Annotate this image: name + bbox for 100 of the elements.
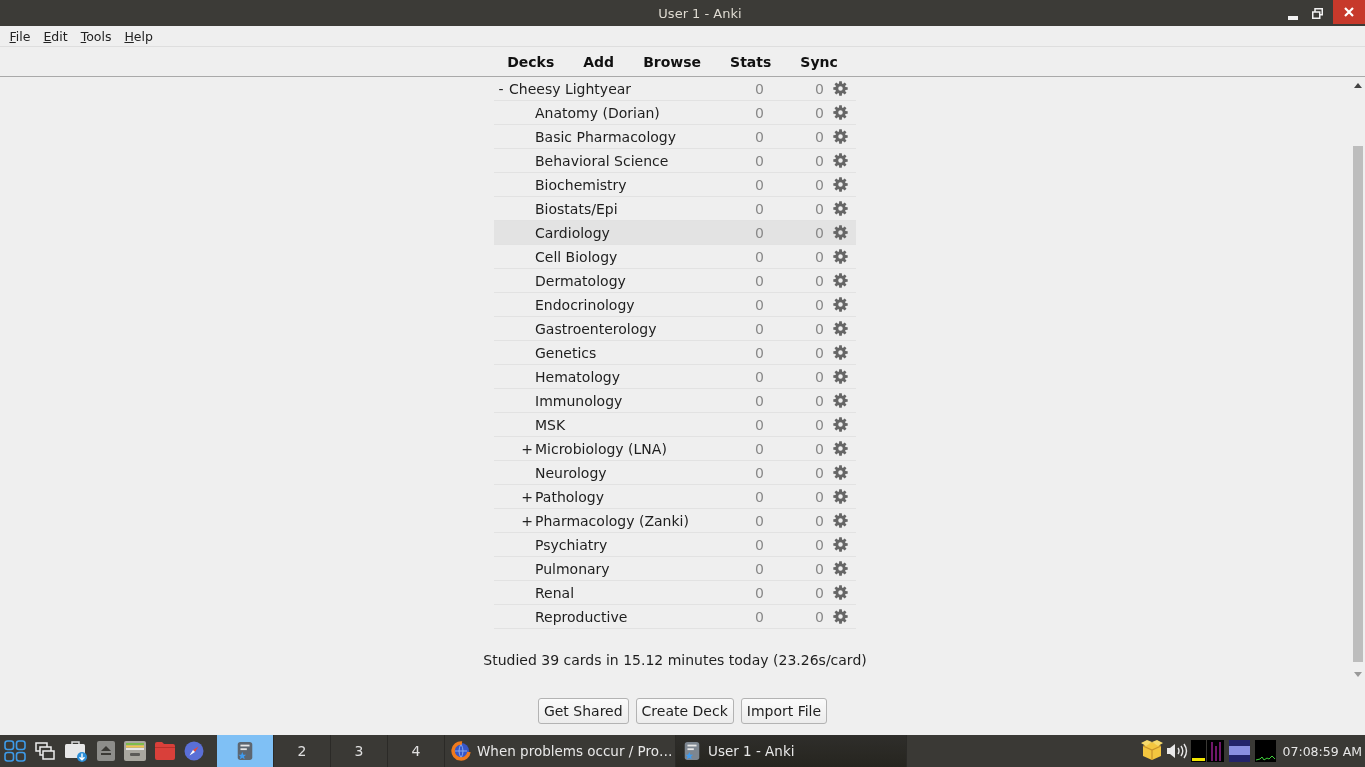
toolbar-link[interactable]: Sync bbox=[785, 53, 853, 70]
deck-row[interactable]: Renal 0 0 bbox=[494, 581, 856, 605]
workspace-button[interactable]: 3 bbox=[331, 735, 388, 767]
deck-name[interactable]: Reproductive bbox=[534, 608, 704, 625]
deck-name[interactable]: Hematology bbox=[534, 368, 704, 385]
deck-row[interactable]: Behavioral Science 0 0 bbox=[494, 149, 856, 173]
workspace-button[interactable]: 2 bbox=[274, 735, 331, 767]
deck-name[interactable]: Dermatology bbox=[534, 272, 704, 289]
deck-name[interactable]: Psychiatry bbox=[534, 536, 704, 553]
workspace-button[interactable]: 4 bbox=[388, 735, 445, 767]
gear-icon[interactable] bbox=[833, 393, 848, 408]
deck-row[interactable]: Cardiology 0 0 bbox=[494, 221, 856, 245]
gear-icon[interactable] bbox=[833, 249, 848, 264]
gear-icon[interactable] bbox=[833, 441, 848, 456]
gear-icon[interactable] bbox=[833, 81, 848, 96]
deck-row[interactable]: Genetics 0 0 bbox=[494, 341, 856, 365]
gear-icon[interactable] bbox=[833, 201, 848, 216]
taskbar-task[interactable]: User 1 - Anki bbox=[676, 735, 907, 767]
gear-icon[interactable] bbox=[833, 129, 848, 144]
expander-toggle[interactable]: - bbox=[498, 80, 504, 97]
deck-name[interactable]: Cheesy Lightyear bbox=[508, 80, 704, 97]
deck-row[interactable]: Basic Pharmacology 0 0 bbox=[494, 125, 856, 149]
menu-item[interactable]: File bbox=[3, 28, 37, 44]
deck-row[interactable]: Psychiatry 0 0 bbox=[494, 533, 856, 557]
deck-row[interactable]: - Cheesy Lightyear 0 0 bbox=[494, 77, 856, 101]
deck-name[interactable]: Biochemistry bbox=[534, 176, 704, 193]
close-button[interactable] bbox=[1333, 0, 1365, 24]
taskbar-task[interactable]: When problems occur / Pro… bbox=[445, 735, 676, 767]
deck-row[interactable]: +Pathology 0 0 bbox=[494, 485, 856, 509]
deck-name[interactable]: Behavioral Science bbox=[534, 152, 704, 169]
deck-name[interactable]: Basic Pharmacology bbox=[534, 128, 704, 145]
gear-icon[interactable] bbox=[833, 465, 848, 480]
toolbar-link[interactable]: Decks bbox=[492, 53, 569, 70]
folder-icon[interactable] bbox=[155, 741, 175, 761]
deck-row[interactable]: Biochemistry 0 0 bbox=[494, 173, 856, 197]
gear-icon[interactable] bbox=[833, 225, 848, 240]
deck-name[interactable]: Neurology bbox=[534, 464, 704, 481]
deck-name[interactable]: Pulmonary bbox=[534, 560, 704, 577]
deck-name[interactable]: Cell Biology bbox=[534, 248, 704, 265]
gear-icon[interactable] bbox=[833, 537, 848, 552]
deck-row[interactable]: +Pharmacology (Zanki) 0 0 bbox=[494, 509, 856, 533]
action-button[interactable]: Create Deck bbox=[635, 697, 734, 724]
gear-icon[interactable] bbox=[833, 561, 848, 576]
gear-icon[interactable] bbox=[833, 585, 848, 600]
menu-item[interactable]: Help bbox=[117, 28, 160, 44]
deck-name[interactable]: Anatomy (Dorian) bbox=[534, 104, 704, 121]
deck-row[interactable]: Pulmonary 0 0 bbox=[494, 557, 856, 581]
deck-row[interactable]: +Microbiology (LNA) 0 0 bbox=[494, 437, 856, 461]
drawer-icon[interactable] bbox=[124, 740, 146, 762]
grid-icon[interactable] bbox=[4, 740, 26, 762]
deck-name[interactable]: Genetics bbox=[534, 344, 704, 361]
expander-toggle[interactable]: + bbox=[521, 512, 533, 529]
up-arrow-icon[interactable] bbox=[1353, 83, 1362, 88]
gear-icon[interactable] bbox=[833, 489, 848, 504]
deck-name[interactable]: Renal bbox=[534, 584, 704, 601]
deck-name[interactable]: Pathology bbox=[534, 488, 704, 505]
workspace-button[interactable] bbox=[217, 735, 274, 767]
deck-row[interactable]: Reproductive 0 0 bbox=[494, 605, 856, 629]
deck-row[interactable]: Immunology 0 0 bbox=[494, 389, 856, 413]
deck-row[interactable]: Endocrinology 0 0 bbox=[494, 293, 856, 317]
deck-name[interactable]: Gastroenterology bbox=[534, 320, 704, 337]
gear-icon[interactable] bbox=[833, 105, 848, 120]
deck-name[interactable]: Cardiology bbox=[534, 224, 704, 241]
scrollbar-thumb[interactable] bbox=[1352, 146, 1363, 662]
deck-row[interactable]: Cell Biology 0 0 bbox=[494, 245, 856, 269]
gear-icon[interactable] bbox=[833, 273, 848, 288]
bar-graph-icon[interactable] bbox=[1190, 740, 1206, 762]
deck-name[interactable]: MSK bbox=[534, 416, 704, 433]
briefcase-icon[interactable] bbox=[64, 740, 88, 762]
deck-name[interactable]: Endocrinology bbox=[534, 296, 704, 313]
deck-row[interactable]: Gastroenterology 0 0 bbox=[494, 317, 856, 341]
deck-row[interactable]: MSK 0 0 bbox=[494, 413, 856, 437]
deck-row[interactable]: Hematology 0 0 bbox=[494, 365, 856, 389]
action-button[interactable]: Import File bbox=[740, 697, 828, 724]
deck-name[interactable]: Immunology bbox=[534, 392, 704, 409]
deck-name[interactable]: Microbiology (LNA) bbox=[534, 440, 704, 457]
restore-icon[interactable] bbox=[1312, 7, 1323, 19]
deck-row[interactable]: Dermatology 0 0 bbox=[494, 269, 856, 293]
gear-icon[interactable] bbox=[833, 153, 848, 168]
gear-icon[interactable] bbox=[833, 609, 848, 624]
gear-icon[interactable] bbox=[833, 345, 848, 360]
meter-icon[interactable] bbox=[1228, 740, 1250, 762]
expander-toggle[interactable]: + bbox=[521, 440, 533, 457]
gear-icon[interactable] bbox=[833, 513, 848, 528]
eject-icon[interactable] bbox=[97, 741, 115, 761]
line-graph-icon[interactable] bbox=[1254, 740, 1276, 762]
deck-row[interactable]: Neurology 0 0 bbox=[494, 461, 856, 485]
menu-item[interactable]: Tools bbox=[74, 28, 118, 44]
toolbar-link[interactable]: Add bbox=[568, 53, 629, 70]
gear-icon[interactable] bbox=[833, 177, 848, 192]
gear-icon[interactable] bbox=[833, 297, 848, 312]
gear-icon[interactable] bbox=[833, 369, 848, 384]
deck-name[interactable]: Biostats/Epi bbox=[534, 200, 704, 217]
deck-row[interactable]: Anatomy (Dorian) 0 0 bbox=[494, 101, 856, 125]
gear-icon[interactable] bbox=[833, 417, 848, 432]
stacked-windows-icon[interactable] bbox=[35, 741, 55, 761]
toolbar-link[interactable]: Stats bbox=[715, 53, 786, 70]
deck-name[interactable]: Pharmacology (Zanki) bbox=[534, 512, 704, 529]
toolbar-link[interactable]: Browse bbox=[628, 53, 716, 70]
action-button[interactable]: Get Shared bbox=[537, 697, 629, 724]
